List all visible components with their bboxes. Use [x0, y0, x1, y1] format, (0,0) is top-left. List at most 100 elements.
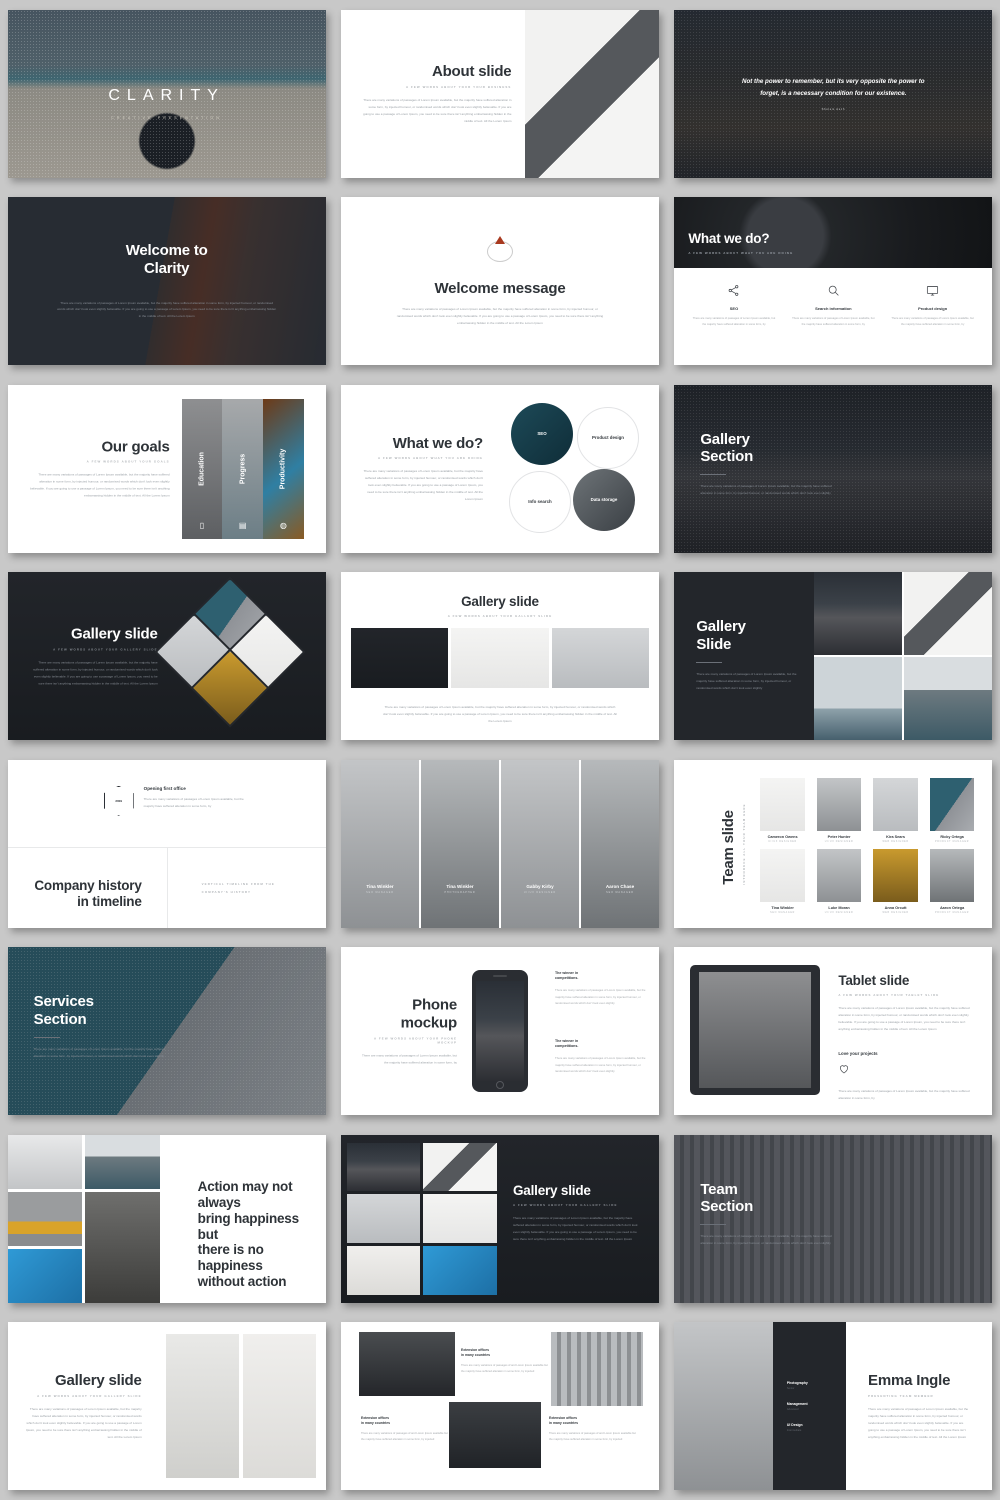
office-text-block: Extension offices in many countries Ther… [461, 1348, 549, 1375]
feature-text: There are many variations of passages of… [891, 316, 974, 326]
bubble-seo[interactable]: SEO [510, 402, 573, 465]
gallery-subtitle: A FEW WORDS ABOUT YOUR GALLERY SLIDE [37, 1393, 142, 1398]
member-name: Anna Orcutt [884, 905, 907, 910]
member-role: UI/UX DESIGNER [824, 911, 854, 914]
bubble-info-search[interactable]: Info search [508, 470, 571, 533]
member-name: Peter Hunter [827, 834, 851, 839]
phone-mockup[interactable] [471, 970, 528, 1093]
slide-gallery-mosaic[interactable]: Gallery slide A FEW WORDS ABOUT YOUR GAL… [340, 1134, 659, 1303]
gallery-subtitle: A FEW WORDS ABOUT YOUR GALLERY SLIDE [53, 647, 158, 652]
slide-team-section[interactable]: Team Section There are many variations o… [674, 1134, 993, 1303]
masonry-photo[interactable] [85, 1134, 161, 1189]
team-member[interactable]: Cameron Owens UI/UX DESIGNER [760, 777, 805, 843]
slide-gallery-grid[interactable]: Gallery Slide There are many variations … [674, 572, 993, 741]
gallery-photo[interactable] [451, 628, 549, 689]
gallery-photo[interactable] [814, 657, 903, 741]
phone-home-button[interactable] [495, 1081, 504, 1090]
slide-gallery-two[interactable]: Gallery slide A FEW WORDS ABOUT YOUR GAL… [7, 1322, 326, 1491]
slide-welcome[interactable]: Welcome to Clarity There are many variat… [7, 197, 326, 366]
gallery-photo[interactable] [242, 1334, 316, 1479]
slide-extension-offices[interactable]: Extension offices in many countries Ther… [340, 1322, 659, 1491]
timeline-event-title: Opening first office [143, 785, 186, 791]
slide-tablet[interactable]: Tablet slide A FEW WORDS ABOUT YOUR TABL… [674, 947, 993, 1116]
masonry-photo[interactable] [7, 1191, 83, 1246]
gallery-photo[interactable] [350, 628, 449, 689]
slide-quote-1[interactable]: Not the power to remember, but its very … [674, 9, 993, 178]
slide-team-grid[interactable]: Team slide INTRODUCE ALL YOUR TEAM HERE … [674, 759, 993, 928]
slide-what-we-do-circles[interactable]: What we do? A FEW WORDS ABOUT WHAT YOU A… [340, 384, 659, 553]
slide-gallery-three[interactable]: Gallery slide A FEW WORDS ABOUT YOUR GAL… [340, 572, 659, 741]
slide-welcome-message[interactable]: Welcome message There are many variation… [340, 197, 659, 366]
skill-name: Photography [786, 1380, 808, 1385]
office-photo[interactable] [448, 1402, 541, 1469]
team-portrait[interactable]: Aaron Chase SEO MANAGER [580, 759, 659, 928]
bubble-label: Data storage [590, 496, 618, 502]
slide-person-profile[interactable]: Photography Senior Management Advanced U… [674, 1322, 993, 1491]
mosaic-photo[interactable] [423, 1194, 497, 1244]
team-member[interactable]: Aaron Ortega PRODUCT MANAGER [929, 848, 975, 914]
team-member[interactable]: Peter Hunter UI/UX DESIGNER [816, 777, 862, 843]
slide-cover[interactable]: CLARITY CREATIVE PRESENTATION [7, 9, 326, 178]
member-name: Kira Sears [886, 834, 905, 839]
bubble-product-design[interactable]: Product design [576, 406, 639, 469]
skill-name: UI Design [786, 1422, 803, 1427]
welcome-title-line2: Clarity [144, 259, 190, 277]
feature-column-product[interactable]: Product design There are many variations… [883, 284, 982, 365]
team-portrait[interactable]: Gabby Kirby UI/UX DESIGNER [500, 759, 579, 928]
goals-panel-label: Progress [239, 453, 247, 484]
slide-what-we-do-columns[interactable]: What we do? A FEW WORDS ABOUT WHAT YOU A… [674, 197, 993, 366]
slide-team-portraits[interactable]: Tina Winkler SEO MANAGER Tina Winkler PH… [340, 759, 659, 928]
mosaic-photo[interactable] [423, 1142, 497, 1192]
phone-screen [475, 981, 524, 1082]
team-member[interactable]: Tina Winkler SEO MANAGER [760, 848, 805, 914]
gallery-photo[interactable] [814, 572, 903, 656]
masonry-photo[interactable] [85, 1191, 161, 1303]
team-portrait[interactable]: Tina Winkler SEO MANAGER [340, 759, 419, 928]
phone-feature-block: The winner in competitions. There are ma… [555, 1039, 647, 1074]
mosaic-photo[interactable] [346, 1142, 421, 1192]
gallery-photo[interactable] [165, 1334, 239, 1479]
slide-phone-mockup[interactable]: Phone mockup A FEW WORDS ABOUT YOUR PHON… [340, 947, 659, 1116]
masonry-photo[interactable] [7, 1134, 83, 1189]
team-member[interactable]: Anna Orcutt WEB DESIGNER [873, 848, 918, 914]
masonry-photo[interactable] [7, 1248, 83, 1303]
goals-panel-education[interactable]: Education ▯ [181, 398, 223, 539]
skill-item: UI Design Intermediate [787, 1423, 846, 1432]
timeline-event-body: There are many variations of passages of… [143, 796, 244, 808]
office-photo[interactable] [358, 1332, 455, 1397]
gallery-body: There are many variations of passages of… [33, 660, 158, 686]
office-photo[interactable] [550, 1332, 643, 1407]
team-portrait[interactable]: Tina Winkler PHOTOGRAPHER [420, 759, 499, 928]
about-subtitle: A FEW WORDS ABOUT YOUR YOUR BUSINESS [405, 84, 512, 89]
goals-panel-progress[interactable]: Progress ▤ [222, 398, 263, 539]
slide-services-section[interactable]: Services Section There are many variatio… [7, 947, 326, 1116]
team-member[interactable]: Kira Sears WEB DESIGNER [873, 777, 918, 843]
feature-column-seo[interactable]: SEO There are many variations of passage… [684, 284, 783, 365]
gallery-photo[interactable] [551, 628, 649, 689]
bubble-data-storage[interactable]: Data storage [572, 468, 635, 531]
slide-gallery-diamond[interactable]: Gallery slide A FEW WORDS ABOUT YOUR GAL… [7, 572, 326, 741]
team-member[interactable]: Ricky Ortega PRODUCT MANAGER [929, 777, 975, 843]
slide-gallery-section[interactable]: Gallery Section There are many variation… [674, 384, 993, 553]
slide-timeline[interactable]: 2009 Opening first office There are many… [7, 759, 326, 928]
goals-panel-productivity[interactable]: Productivity ◍ [263, 398, 304, 539]
tablet-mockup[interactable] [690, 965, 821, 1096]
team-member[interactable]: Luke Moran UI/UX DESIGNER [816, 848, 862, 914]
feature-column-search[interactable]: Search information There are many variat… [784, 284, 883, 365]
member-name: Cameron Owens [767, 834, 798, 839]
book-icon: ▯ [199, 520, 205, 530]
mosaic-photo[interactable] [423, 1246, 497, 1295]
slide-our-goals[interactable]: Our goals A FEW WORDS ABOUT YOUR GOALS T… [7, 384, 326, 553]
quote-line4: without action [197, 1274, 287, 1290]
phone-feature-block: The winner in competitions. There are ma… [555, 971, 647, 1006]
section-title-line1: Services [33, 993, 94, 1011]
timeline-year: 2009 [115, 798, 122, 803]
mosaic-photo[interactable] [346, 1194, 421, 1244]
slide-quote-2[interactable]: Action may not always bring happiness bu… [7, 1134, 326, 1303]
gallery-grid [814, 572, 993, 741]
slide-about[interactable]: About slide A FEW WORDS ABOUT YOUR YOUR … [340, 9, 659, 178]
mosaic-photo[interactable] [346, 1246, 421, 1295]
gallery-photo[interactable] [904, 572, 993, 656]
slide-thumbnail-grid: CLARITY CREATIVE PRESENTATION About slid… [0, 0, 1000, 1500]
gallery-photo[interactable] [904, 657, 993, 741]
